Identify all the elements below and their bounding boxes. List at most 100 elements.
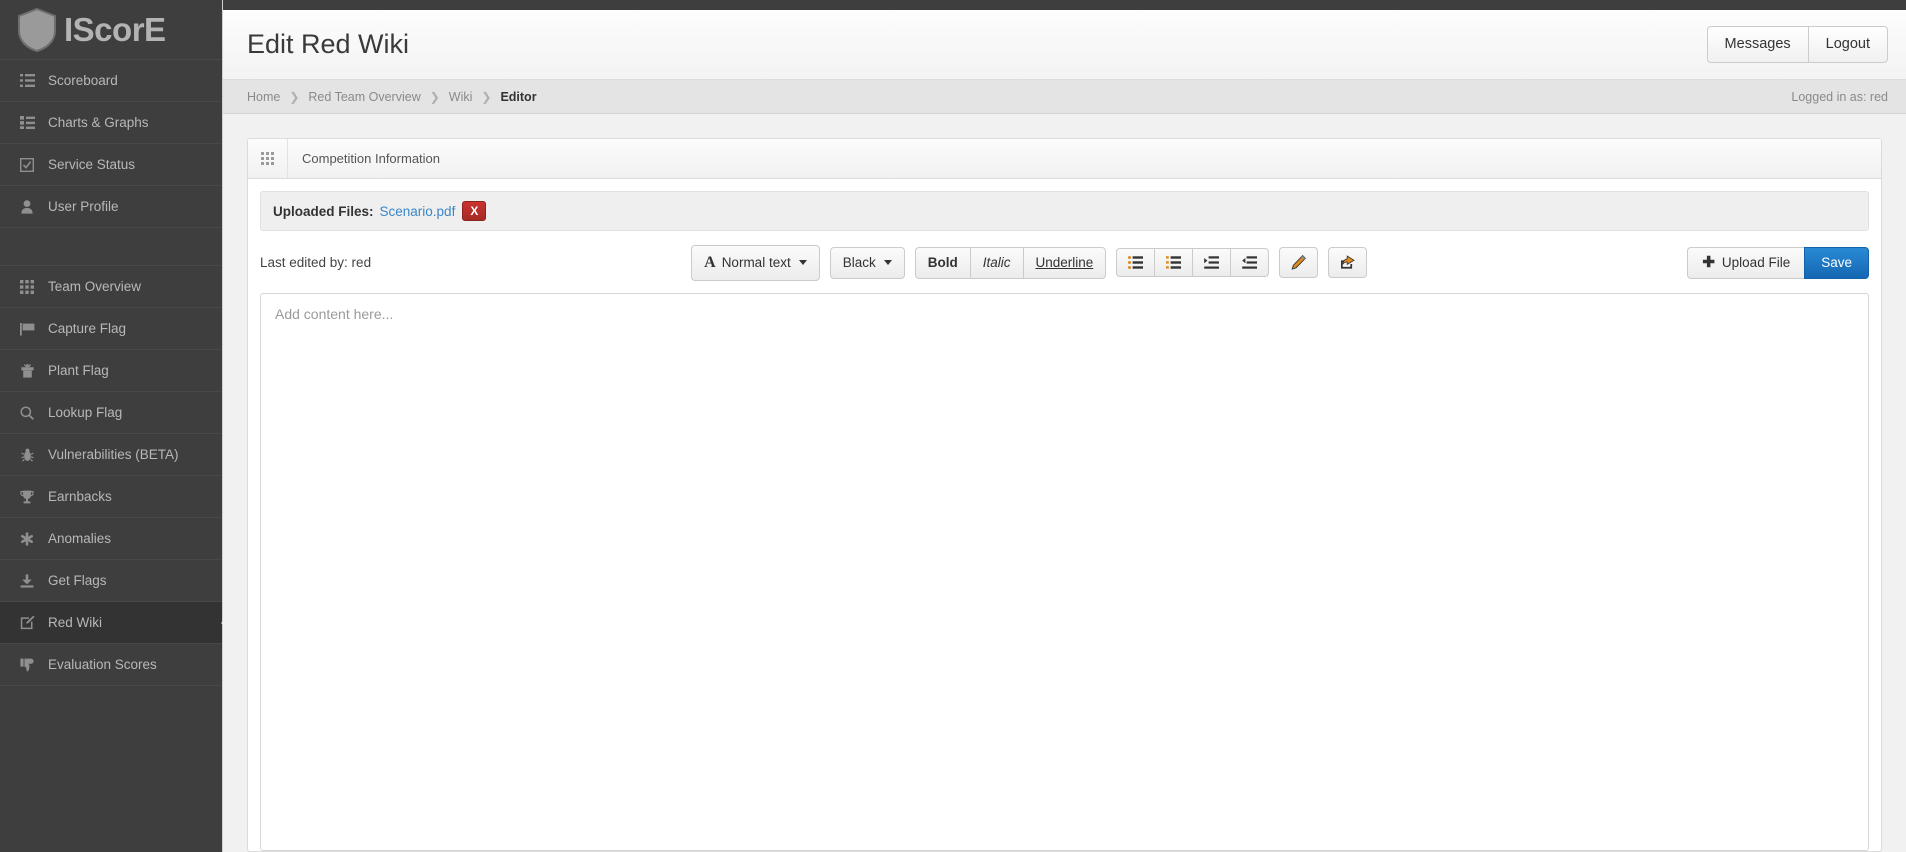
- indent-icon: [1204, 256, 1220, 270]
- logged-in-status: Logged in as: red: [1791, 89, 1888, 104]
- sidebar-item-label: Capture Flag: [48, 321, 127, 336]
- chevron-right-icon: ❯: [429, 89, 440, 104]
- page-header: Edit Red Wiki Messages Logout: [223, 10, 1906, 80]
- sidebar-group-primary: Scoreboard Charts & Graphs Service Statu…: [0, 60, 222, 228]
- sidebar-item-label: Earnbacks: [48, 489, 112, 504]
- page-title: Edit Red Wiki: [247, 29, 410, 59]
- uploaded-files-label: Uploaded Files:: [273, 203, 374, 219]
- brand-logo[interactable]: IScorE: [0, 0, 222, 60]
- sidebar-item-charts-graphs[interactable]: Charts & Graphs: [0, 102, 222, 144]
- sidebar-item-label: Anomalies: [48, 531, 112, 546]
- indent-button[interactable]: [1192, 248, 1231, 278]
- underline-button[interactable]: Underline: [1022, 246, 1107, 280]
- sidebar-item-team-overview[interactable]: Team Overview: [0, 266, 222, 308]
- sidebar-item-red-wiki[interactable]: Red Wiki: [0, 602, 232, 644]
- content-area: Competition Information Uploaded Files: …: [223, 114, 1906, 852]
- sidebar-item-earnbacks[interactable]: Earnbacks: [0, 476, 222, 518]
- list-alt-icon: [16, 116, 38, 129]
- unordered-list-icon: [1128, 256, 1144, 270]
- sidebar-item-label: Team Overview: [48, 279, 142, 294]
- trophy-icon: [16, 490, 38, 504]
- flag-icon: [16, 322, 38, 336]
- sidebar-item-plant-flag[interactable]: Plant Flag: [0, 350, 222, 392]
- sidebar-item-scoreboard[interactable]: Scoreboard: [0, 60, 222, 102]
- chevron-right-icon: ❯: [481, 89, 492, 104]
- outdent-icon: [1242, 256, 1258, 270]
- sidebar-item-label: Charts & Graphs: [48, 115, 149, 130]
- italic-button[interactable]: Italic: [969, 246, 1023, 280]
- shield-icon: [16, 7, 58, 53]
- asterisk-icon: [16, 531, 38, 546]
- remove-file-button[interactable]: X: [462, 201, 487, 222]
- header-button-group: Messages Logout: [1706, 26, 1888, 63]
- list-icon: [16, 74, 38, 87]
- sidebar-item-label: Lookup Flag: [48, 405, 123, 420]
- outdent-button[interactable]: [1230, 248, 1270, 278]
- ordered-list-button[interactable]: [1154, 248, 1193, 278]
- list-format-group: [1116, 248, 1270, 278]
- sidebar-group-team: Team Overview Capture Flag Plant Flag Lo…: [0, 266, 232, 686]
- chevron-right-icon: ❯: [289, 89, 300, 104]
- unordered-list-button[interactable]: [1116, 248, 1155, 278]
- ordered-list-icon: [1166, 256, 1182, 270]
- sidebar-item-label: Red Wiki: [48, 615, 103, 630]
- upload-file-label: Upload File: [1721, 254, 1791, 270]
- editor-toolbar: Last edited by: red A Normal text Black: [260, 245, 1869, 281]
- plus-icon: ✚: [1702, 254, 1715, 272]
- upload-file-button[interactable]: ✚ Upload File: [1687, 246, 1805, 280]
- user-icon: [16, 199, 38, 214]
- sidebar-separator: [0, 228, 222, 266]
- sidebar-item-anomalies[interactable]: Anomalies: [0, 518, 222, 560]
- sidebar-item-vulnerabilities[interactable]: Vulnerabilities (BETA): [0, 434, 222, 476]
- breadcrumb-item-editor: Editor: [500, 89, 537, 104]
- bold-button[interactable]: Bold: [914, 246, 970, 280]
- bug-icon: [16, 448, 38, 462]
- text-color-dropdown[interactable]: Black: [829, 246, 905, 280]
- sidebar-item-label: Scoreboard: [48, 73, 118, 88]
- check-square-icon: [16, 157, 38, 172]
- uploaded-files-alert: Uploaded Files: Scenario.pdf X: [260, 191, 1869, 232]
- sidebar-item-user-profile[interactable]: User Profile: [0, 186, 222, 228]
- sidebar: IScorE Scoreboard Charts & Graphs Servic…: [0, 0, 232, 852]
- sidebar-item-label: User Profile: [48, 199, 119, 214]
- grid-icon: [16, 279, 38, 294]
- logout-button[interactable]: Logout: [1807, 26, 1888, 63]
- top-strip: [223, 0, 1906, 10]
- chevron-down-icon: [798, 260, 807, 266]
- panel-header: Competition Information: [248, 139, 1881, 179]
- app-root: IScorE Scoreboard Charts & Graphs Servic…: [0, 0, 1906, 852]
- font-A-icon: A: [704, 254, 716, 272]
- sidebar-item-service-status[interactable]: Service Status: [0, 144, 222, 186]
- chevron-down-icon: [883, 260, 892, 266]
- sidebar-item-label: Plant Flag: [48, 363, 109, 378]
- breadcrumb: Home ❯ Red Team Overview ❯ Wiki ❯ Editor: [247, 90, 537, 104]
- pencil-button[interactable]: [1279, 247, 1319, 279]
- text-style-dropdown[interactable]: A Normal text: [691, 245, 820, 281]
- editor-panel: Competition Information Uploaded Files: …: [247, 138, 1882, 852]
- sidebar-item-get-flags[interactable]: Get Flags: [0, 560, 222, 602]
- text-style-value: Normal text: [721, 254, 791, 270]
- toolbar-controls: A Normal text Black Bold Italic Underlin…: [691, 245, 1368, 281]
- breadcrumb-item-home[interactable]: Home: [247, 90, 280, 104]
- sidebar-item-capture-flag[interactable]: Capture Flag: [0, 308, 222, 350]
- share-icon: [1340, 255, 1356, 270]
- sidebar-item-evaluation-scores[interactable]: Evaluation Scores: [0, 644, 222, 686]
- breadcrumb-item-red-team-overview[interactable]: Red Team Overview: [308, 90, 420, 104]
- last-edited-label: Last edited by: red: [260, 255, 372, 271]
- breadcrumb-item-wiki[interactable]: Wiki: [449, 90, 473, 104]
- breadcrumb-bar: Home ❯ Red Team Overview ❯ Wiki ❯ Editor…: [223, 80, 1906, 114]
- main-region: Edit Red Wiki Messages Logout Home ❯ Red…: [222, 0, 1906, 852]
- trophy-plant-icon: [16, 363, 38, 378]
- wiki-content-editor[interactable]: Add content here...: [260, 292, 1869, 851]
- sidebar-item-label: Evaluation Scores: [48, 657, 157, 672]
- edit-square-icon: [16, 615, 38, 630]
- search-icon: [16, 405, 38, 420]
- sidebar-item-lookup-flag[interactable]: Lookup Flag: [0, 392, 222, 434]
- share-button[interactable]: [1328, 247, 1368, 279]
- save-button[interactable]: Save: [1804, 246, 1869, 280]
- messages-button[interactable]: Messages: [1706, 26, 1808, 63]
- uploaded-file-link[interactable]: Scenario.pdf: [380, 204, 456, 219]
- grid-icon[interactable]: [248, 139, 288, 178]
- panel-title: Competition Information: [302, 151, 441, 166]
- text-format-group: Bold Italic Underline: [914, 246, 1107, 280]
